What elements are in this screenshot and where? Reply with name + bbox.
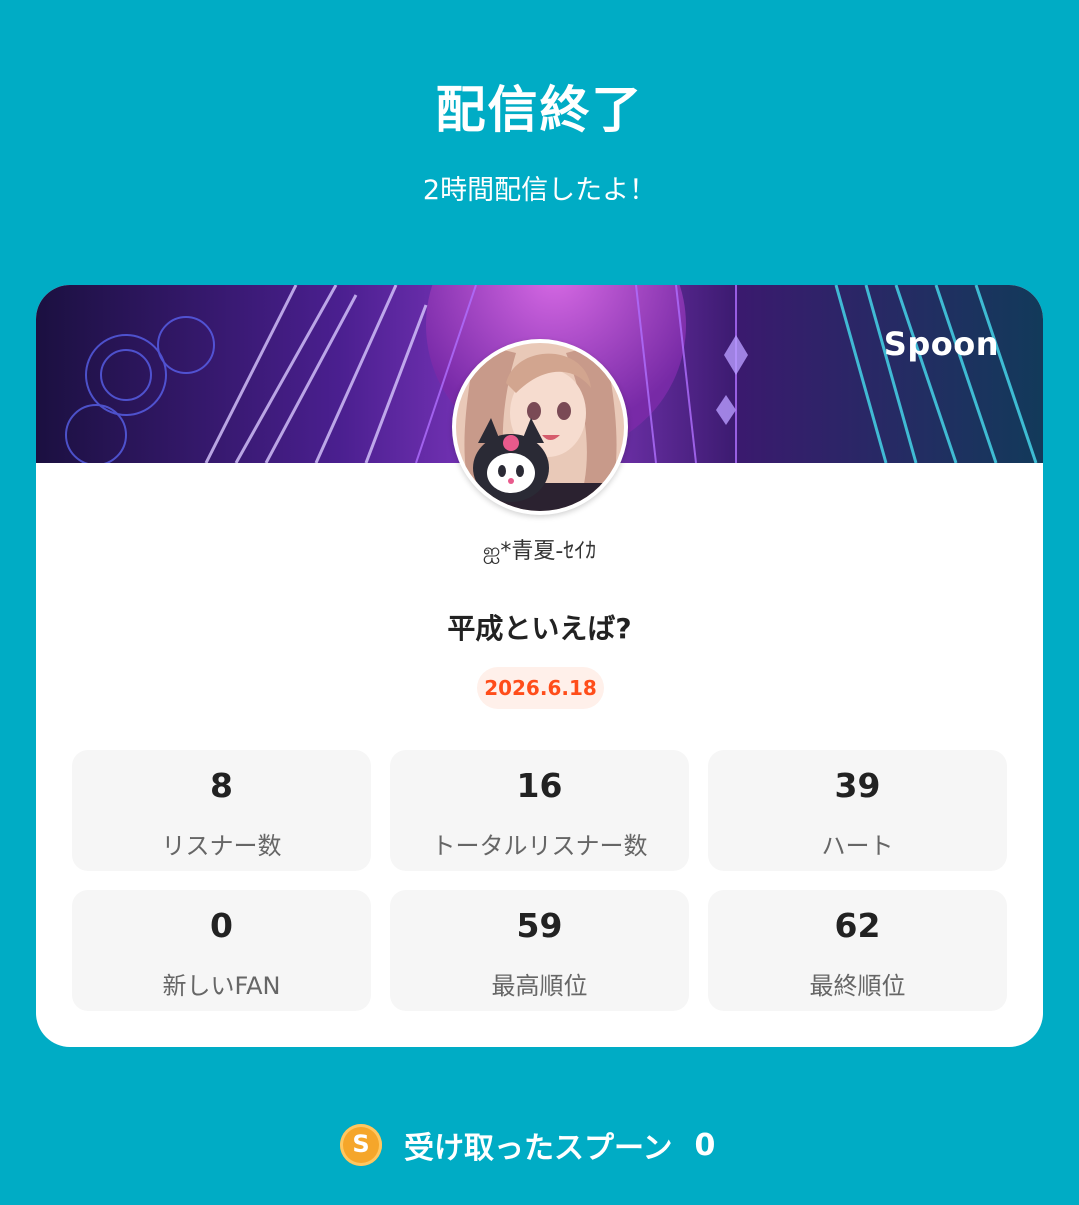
stat-label: 最終順位 — [809, 972, 906, 1000]
stat-total-listeners: 16 トータルリスナー数 — [390, 750, 689, 871]
stat-listeners: 8 リスナー数 — [72, 750, 371, 871]
stat-value: 0 — [210, 906, 233, 945]
stat-hearts: 39 ハート — [708, 750, 1007, 871]
spoon-coin-icon: S — [340, 1124, 382, 1166]
received-spoons-count: 0 — [694, 1127, 716, 1163]
stat-final-rank: 62 最終順位 — [708, 890, 1007, 1011]
stat-value: 16 — [516, 766, 563, 805]
page-title: 配信終了 — [435, 81, 644, 139]
stat-label: ハート — [821, 832, 894, 860]
spoon-logo: Spoon — [883, 325, 999, 363]
stat-label: 最高順位 — [491, 972, 588, 1000]
received-spoons: S 受け取ったスプーン 0 — [340, 1120, 715, 1170]
date-badge: 2026.6.18 — [477, 667, 604, 709]
stream-summary-card: Spoon ஐ*青夏-ｾｲｶ 平成といえば? 2026.6.18 8 リスナー数… — [36, 285, 1043, 1047]
stat-value: 62 — [834, 906, 881, 945]
stat-label: トータルリスナー数 — [431, 832, 648, 860]
stat-new-fans: 0 新しいFAN — [72, 890, 371, 1011]
stat-value: 8 — [210, 766, 233, 805]
username: ஐ*青夏-ｾｲｶ — [482, 539, 597, 564]
stat-label: 新しいFAN — [162, 972, 281, 1000]
avatar-image — [456, 343, 624, 511]
stat-highest-rank: 59 最高順位 — [390, 890, 689, 1011]
avatar[interactable] — [452, 339, 628, 515]
stream-duration-text: 2時間配信したよ！ — [422, 175, 657, 206]
stat-value: 39 — [834, 766, 881, 805]
stat-value: 59 — [516, 906, 563, 945]
coin-letter: S — [352, 1130, 370, 1158]
stream-title: 平成といえば? — [447, 612, 632, 645]
received-spoons-label: 受け取ったスプーン — [404, 1131, 673, 1166]
stat-label: リスナー数 — [161, 832, 282, 860]
